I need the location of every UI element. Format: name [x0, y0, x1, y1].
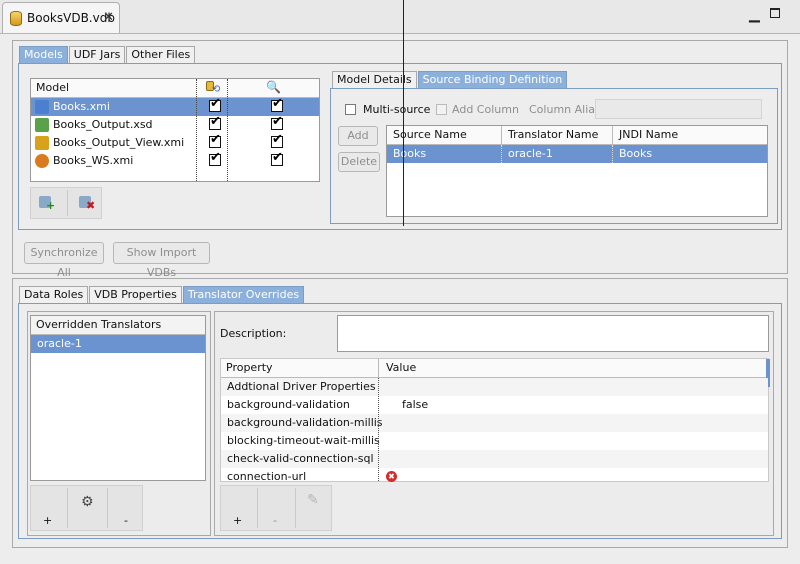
table-row[interactable]: Books oracle-1 Books: [387, 145, 767, 163]
table-row[interactable]: Addtional Driver Properties: [221, 378, 768, 396]
top-tabs: Models UDF Jars Other Files: [19, 46, 196, 63]
column-source-name[interactable]: Source Name: [393, 128, 467, 141]
visible-column-icon[interactable]: ⟲: [206, 81, 221, 95]
remove-model-icon[interactable]: ✖: [79, 196, 95, 212]
source-binding-header: Source Name Translator Name JNDI Name: [387, 126, 767, 145]
preview-checkbox[interactable]: [271, 150, 283, 166]
tab-vdb-properties[interactable]: VDB Properties: [89, 286, 182, 303]
close-icon[interactable]: ✕: [103, 10, 114, 25]
property-toolbar: + - ✎: [220, 485, 332, 531]
multi-source-label: Multi-source: [363, 103, 431, 116]
add-column-label: Add Column: [452, 103, 519, 116]
editor-tab-booksvdb[interactable]: BooksVDB.vdb ✕: [2, 2, 120, 33]
visible-checkbox[interactable]: [209, 150, 221, 166]
splitter-line: [403, 0, 404, 226]
column-model[interactable]: Model: [36, 81, 69, 94]
table-row[interactable]: background-validation false: [221, 396, 768, 414]
xsd-model-icon: [35, 118, 49, 132]
table-row[interactable]: Books_WS.xmi: [31, 150, 319, 170]
model-details-tabs: Model Details Source Binding Definition: [332, 71, 568, 88]
add-column-checkbox[interactable]: [436, 104, 447, 115]
table-row[interactable]: connection-url ✖: [221, 468, 768, 486]
minimize-icon[interactable]: ▁: [749, 7, 760, 23]
vdb-database-icon: [10, 11, 22, 26]
visible-checkbox[interactable]: [209, 114, 221, 130]
search-icon[interactable]: 🔍: [266, 80, 281, 94]
table-row[interactable]: background-validation-millis: [221, 414, 768, 432]
preview-checkbox[interactable]: [271, 132, 283, 148]
remove-override-button[interactable]: -: [124, 514, 128, 527]
view-model-icon: [35, 136, 49, 150]
overridden-translators-header: Overridden Translators: [36, 318, 162, 331]
preview-checkbox[interactable]: [271, 96, 283, 112]
list-item[interactable]: oracle-1: [31, 335, 205, 353]
delete-button[interactable]: Delete: [338, 152, 380, 172]
description-label: Description:: [220, 327, 287, 340]
column-property[interactable]: Property: [226, 361, 273, 374]
column-alias-input[interactable]: [595, 99, 762, 119]
visible-checkbox[interactable]: [209, 132, 221, 148]
bottom-tabs: Data Roles VDB Properties Translator Ove…: [19, 286, 305, 303]
visible-checkbox[interactable]: [209, 96, 221, 112]
override-toolbar: + ⚙ -: [30, 485, 143, 531]
editor-tab-title: BooksVDB.vdb: [27, 11, 115, 25]
column-jndi-name[interactable]: JNDI Name: [619, 128, 678, 141]
add-model-icon[interactable]: +: [39, 196, 55, 212]
maximize-icon[interactable]: [770, 8, 780, 18]
source-model-icon: [35, 100, 49, 114]
models-table: Model ⟲ 🔍 Books.xmi Books_Output.xsd Boo…: [30, 78, 320, 182]
add-property-button[interactable]: +: [233, 514, 242, 527]
overridden-translators-list: Overridden Translators oracle-1: [30, 315, 206, 481]
web-service-model-icon: [35, 154, 49, 168]
column-translator-name[interactable]: Translator Name: [508, 128, 598, 141]
model-toolbar: + ✖: [30, 187, 102, 219]
show-import-vdbs-button[interactable]: Show Import VDBs: [113, 242, 210, 279]
multi-source-checkbox[interactable]: [345, 104, 356, 115]
synchronize-all-button[interactable]: Synchronize All: [24, 242, 104, 279]
add-button[interactable]: Add: [338, 126, 378, 146]
tab-data-roles[interactable]: Data Roles: [19, 286, 89, 303]
table-row[interactable]: check-valid-connection-sql: [221, 450, 768, 468]
clear-property-icon[interactable]: ✎: [307, 492, 319, 508]
edit-translator-icon[interactable]: ⚙: [81, 494, 94, 510]
preview-checkbox[interactable]: [271, 114, 283, 130]
column-alias-label: Column Alias: [529, 103, 601, 116]
description-input[interactable]: [337, 315, 769, 352]
error-icon: ✖: [386, 471, 397, 482]
properties-table: Property Value Addtional Driver Properti…: [220, 358, 770, 483]
tab-models[interactable]: Models: [19, 46, 68, 63]
tab-udf-jars[interactable]: UDF Jars: [68, 46, 126, 63]
source-binding-table: Source Name Translator Name JNDI Name Bo…: [386, 125, 768, 217]
remove-property-button[interactable]: -: [273, 514, 277, 527]
editor-tab-strip: BooksVDB.vdb ✕ ▁: [0, 0, 800, 34]
table-row[interactable]: blocking-timeout-wait-millis: [221, 432, 768, 450]
tab-other-files[interactable]: Other Files: [126, 46, 196, 63]
tab-source-binding-definition[interactable]: Source Binding Definition: [417, 71, 568, 88]
tab-translator-overrides[interactable]: Translator Overrides: [182, 286, 305, 303]
add-override-button[interactable]: +: [43, 514, 52, 527]
column-value[interactable]: Value: [386, 361, 416, 374]
